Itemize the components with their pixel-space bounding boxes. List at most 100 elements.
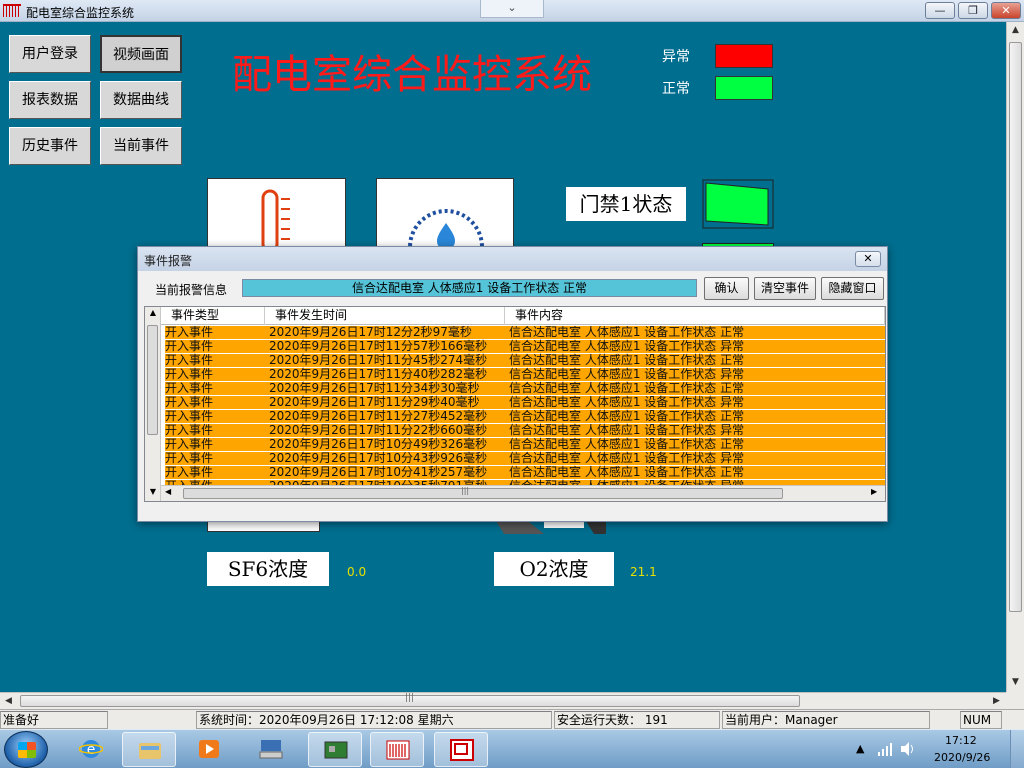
scroll-grip: |||	[405, 693, 415, 703]
status-bar: 准备好 系统时间：2020年09月26日 17:12:08 星期六 安全运行天数…	[0, 709, 1024, 729]
temperature-panel[interactable]	[207, 178, 346, 253]
system-tray: ▲ 17:12 2020/9/26	[850, 730, 1024, 768]
list-scroll-thumb[interactable]	[147, 325, 158, 435]
maximize-button[interactable]: ❐	[958, 2, 988, 19]
table-row[interactable]: 开入事件 2020年9月26日17时11分40秒282毫秒 信合达配电室 人体感应1…	[165, 367, 885, 382]
cell-content: 信合达配电室 人体感应1 设备工作状态 异常	[509, 423, 745, 437]
o2-label: O2浓度	[494, 552, 614, 586]
scroll-thumb[interactable]	[1009, 42, 1022, 612]
report-button[interactable]: 报表数据	[9, 81, 91, 119]
app-icon	[3, 4, 21, 17]
window-frame-icon	[450, 739, 474, 761]
cell-type: 开入事件	[165, 339, 214, 353]
table-row[interactable]: 开入事件 2020年9月26日17时11分45秒274毫秒 信合达配电室 人体感应1…	[165, 354, 885, 368]
folder-icon	[139, 743, 161, 759]
list-scroll-down-arrow[interactable]: ▼	[145, 487, 161, 496]
main-horizontal-scrollbar[interactable]: ◀ ||| ▶	[0, 692, 1006, 709]
cell-time: 2020年9月26日17时11分57秒166毫秒	[269, 339, 488, 353]
tray-expand-icon[interactable]: ▲	[856, 742, 864, 755]
sf6-value: 0.0	[347, 565, 367, 579]
windows-logo-icon	[18, 742, 36, 758]
event-list[interactable]: ▲ ▼ 事件类型 事件发生时间 事件内容 开入事件 2020年9月26日17时12…	[144, 306, 886, 502]
list-scroll-up-arrow[interactable]: ▲	[145, 308, 161, 317]
cell-content: 信合达配电室 人体感应1 设备工作状态 正常	[509, 437, 745, 451]
table-row[interactable]: 开入事件 2020年9月26日17时11分27秒452毫秒 信合达配电室 人体感应1…	[165, 409, 885, 424]
close-button[interactable]: ✕	[991, 2, 1021, 19]
taskbar-remote[interactable]	[244, 732, 298, 767]
table-row[interactable]: 开入事件 2020年9月26日17时11分22秒660毫秒 信合达配电室 人体感应1…	[165, 423, 885, 438]
cell-content: 信合达配电室 人体感应1 设备工作状态 异常	[509, 451, 745, 465]
door-state-icon	[702, 179, 774, 229]
app-barcode-icon	[386, 740, 410, 760]
table-row[interactable]: 开入事件 2020年9月26日17时11分57秒166毫秒 信合达配电室 人体感应1…	[165, 339, 885, 354]
dialog-titlebar[interactable]: 事件报警 ✕	[138, 247, 887, 271]
login-button[interactable]: 用户登录	[9, 35, 91, 73]
list-hscroll-thumb[interactable]	[183, 488, 783, 499]
column-header-time[interactable]: 事件发生时间	[265, 307, 505, 325]
current-events-button[interactable]: 当前事件	[100, 127, 182, 165]
table-row[interactable]: 开入事件 2020年9月26日17时10分41秒257毫秒 信合达配电室 人体感应1…	[165, 465, 885, 480]
table-row[interactable]: 开入事件 2020年9月26日17时11分34秒30毫秒 信合达配电室 人体感应1 …	[165, 381, 885, 396]
history-events-button[interactable]: 历史事件	[9, 127, 91, 165]
list-horizontal-scrollbar[interactable]: ◀ ||| ▶	[161, 485, 885, 501]
status-current-user: 当前用户：Manager	[722, 711, 930, 729]
table-row[interactable]: 开入事件 2020年9月26日17时12分2秒97毫秒 信合达配电室 人体感应1 设…	[165, 326, 885, 340]
start-button[interactable]	[4, 731, 48, 768]
hide-window-button[interactable]: 隐藏窗口	[821, 277, 884, 300]
list-scroll-left-arrow[interactable]: ◀	[165, 487, 171, 496]
media-player-icon	[199, 740, 219, 758]
taskbar-monitor-app[interactable]	[308, 732, 362, 767]
dialog-title: 事件报警	[144, 254, 193, 268]
list-scroll-right-arrow[interactable]: ▶	[871, 487, 877, 496]
cell-type: 开入事件	[165, 326, 214, 339]
scroll-right-arrow[interactable]: ▶	[988, 693, 1005, 710]
window-titlebar: 配电室综合监控系统 ⌄ — ❐ ✕	[0, 0, 1024, 22]
cell-type: 开入事件	[165, 465, 214, 479]
taskbar-media-player[interactable]	[182, 732, 236, 767]
door-status-label: 门禁1状态	[566, 187, 686, 221]
table-row[interactable]: 开入事件 2020年9月26日17时10分49秒326毫秒 信合达配电室 人体感应1…	[165, 437, 885, 452]
cell-time: 2020年9月26日17时11分29秒40毫秒	[269, 395, 480, 409]
curve-button[interactable]: 数据曲线	[100, 81, 182, 119]
cell-type: 开入事件	[165, 409, 214, 423]
titlebar-dropdown-button[interactable]: ⌄	[480, 0, 544, 18]
cell-content: 信合达配电室 人体感应1 设备工作状态 异常	[509, 367, 745, 381]
show-desktop-button[interactable]	[1010, 730, 1024, 768]
cell-time: 2020年9月26日17时11分34秒30毫秒	[269, 381, 480, 395]
status-system-time: 系统时间：2020年09月26日 17:12:08 星期六	[196, 711, 552, 729]
table-row[interactable]: 开入事件 2020年9月26日17时11分29秒40毫秒 信合达配电室 人体感应1 …	[165, 395, 885, 410]
minimize-button[interactable]: —	[925, 2, 955, 19]
scroll-down-arrow[interactable]: ▼	[1007, 674, 1024, 691]
main-vertical-scrollbar[interactable]: ▲ ▼	[1006, 22, 1024, 692]
humidity-panel[interactable]	[376, 178, 514, 285]
legend-abnormal-swatch	[715, 44, 773, 68]
clear-events-button[interactable]: 清空事件	[754, 277, 816, 300]
column-header-content[interactable]: 事件内容	[505, 307, 885, 325]
network-signal-icon[interactable]	[878, 742, 894, 756]
clock-date[interactable]: 2020/9/26	[934, 751, 990, 764]
list-vertical-scrollbar[interactable]: ▲ ▼	[145, 307, 161, 501]
taskbar-explorer[interactable]	[122, 732, 176, 767]
event-alarm-dialog[interactable]: 事件报警 ✕ 当前报警信息 信合达配电室 人体感应1 设备工作状态 正常 确认 …	[137, 246, 888, 522]
cell-content: 信合达配电室 人体感应1 设备工作状态 异常	[509, 339, 745, 353]
cell-time: 2020年9月26日17时11分27秒452毫秒	[269, 409, 488, 423]
o2-value: 21.1	[630, 565, 657, 579]
column-header-type[interactable]: 事件类型	[161, 307, 265, 325]
scroll-left-arrow[interactable]: ◀	[0, 693, 17, 710]
table-row[interactable]: 开入事件 2020年9月26日17时10分43秒926毫秒 信合达配电室 人体感应1…	[165, 451, 885, 466]
scroll-up-arrow[interactable]: ▲	[1007, 22, 1024, 39]
cell-type: 开入事件	[165, 451, 214, 465]
clock-time[interactable]: 17:12	[945, 734, 977, 747]
cell-time: 2020年9月26日17时11分22秒660毫秒	[269, 423, 488, 437]
legend-normal-label: 正常	[662, 81, 690, 97]
taskbar-config[interactable]	[434, 732, 488, 767]
taskbar: e ▲ 17:12 2020/9/26	[0, 729, 1024, 768]
list-header: 事件类型 事件发生时间 事件内容	[161, 307, 885, 325]
dialog-close-button[interactable]: ✕	[855, 251, 881, 267]
video-button[interactable]: 视频画面	[100, 35, 182, 73]
taskbar-ie[interactable]: e	[64, 732, 118, 767]
confirm-button[interactable]: 确认	[704, 277, 749, 300]
volume-icon[interactable]	[900, 741, 916, 757]
cell-time: 2020年9月26日17时10分49秒326毫秒	[269, 437, 488, 451]
taskbar-scada[interactable]	[370, 732, 424, 767]
